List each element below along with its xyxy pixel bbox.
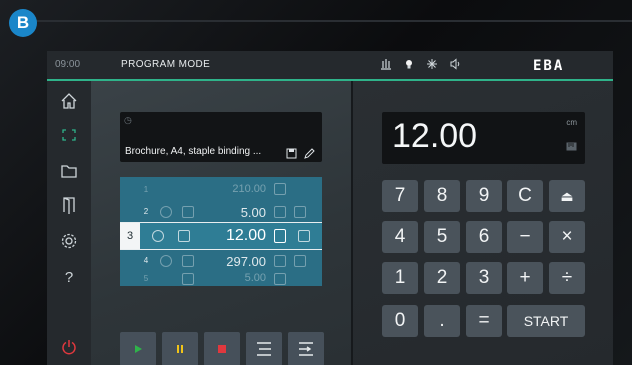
touch-screen: 09:00 PROGRAM MODE EBA ? ◷ Brochure, A4,…: [47, 51, 613, 365]
play-button[interactable]: [120, 332, 156, 365]
align-right-icon: [299, 342, 313, 356]
key-minus[interactable]: −: [507, 221, 543, 253]
step-number: 5: [143, 274, 149, 283]
step-number: 4: [143, 256, 149, 265]
key-5[interactable]: 5: [424, 221, 460, 253]
top-bar: 09:00 PROGRAM MODE EBA: [47, 51, 613, 81]
clock-icon: ◷: [124, 115, 132, 125]
value-display: 12.00 cm: [382, 112, 585, 164]
key-equals[interactable]: =: [466, 305, 502, 337]
height-icon[interactable]: [379, 57, 393, 71]
key-1[interactable]: 1: [382, 262, 418, 294]
clamp-icon: [178, 230, 190, 242]
stop-button[interactable]: [204, 332, 240, 365]
key-clear[interactable]: C: [507, 180, 543, 212]
air-icon: [294, 255, 306, 267]
cut-mode-icon: [274, 255, 286, 267]
pause-button[interactable]: [162, 332, 198, 365]
cut-mode-icon: [274, 273, 286, 285]
push-icon: [160, 206, 172, 218]
step-row[interactable]: 5 5.00: [120, 269, 322, 287]
figure-badge: B: [9, 9, 37, 37]
edit-icon[interactable]: [304, 146, 315, 164]
bezel-edge: [25, 20, 632, 22]
align-right-button[interactable]: [288, 332, 324, 365]
cut-mode-icon: [274, 229, 286, 243]
step-value: 297.00: [226, 254, 266, 269]
key-3[interactable]: 3: [466, 262, 502, 294]
program-name: Brochure, A4, staple binding ...: [125, 146, 262, 157]
clamp-icon: [182, 255, 194, 267]
key-multiply[interactable]: ×: [549, 221, 585, 253]
air-icon: [298, 230, 310, 242]
clamp-icon: [182, 273, 194, 285]
save-icon[interactable]: [286, 146, 297, 164]
step-row[interactable]: 1 210.00: [120, 180, 322, 198]
mode-title: PROGRAM MODE: [121, 59, 211, 70]
play-icon: [135, 345, 142, 353]
light-bulb-icon[interactable]: [402, 57, 416, 71]
key-6[interactable]: 6: [466, 221, 502, 253]
step-number: 2: [143, 207, 149, 216]
sound-icon[interactable]: [448, 57, 462, 71]
step-value: 12.00: [225, 227, 266, 244]
program-panel: ◷ Brochure, A4, staple binding ... 1 210…: [91, 81, 351, 365]
step-row[interactable]: 4 297.00: [120, 251, 322, 269]
clamp-icon: [182, 206, 194, 218]
folder-icon[interactable]: [57, 159, 81, 183]
display-value: 12.00: [392, 117, 478, 155]
step-row-active[interactable]: 3 12.00: [120, 222, 322, 250]
sidebar: ?: [47, 81, 91, 365]
key-4[interactable]: 4: [382, 221, 418, 253]
start-button[interactable]: START: [507, 305, 585, 337]
key-divide[interactable]: ÷: [549, 262, 585, 294]
page-icon: [274, 183, 286, 195]
step-row[interactable]: 2 5.00: [120, 202, 322, 220]
unit-label: cm: [566, 118, 577, 127]
push-icon: [160, 255, 172, 267]
align-icon: [257, 342, 271, 356]
cutting-steps-list: 1 210.00 2 5.00 3 12.00 4 297.00 5 5.00: [120, 177, 322, 286]
key-dot[interactable]: .: [424, 305, 460, 337]
power-icon[interactable]: [57, 335, 81, 359]
stop-icon: [218, 345, 226, 353]
door-icon[interactable]: [57, 193, 81, 217]
program-name-box[interactable]: ◷ Brochure, A4, staple binding ...: [120, 112, 322, 162]
key-plus[interactable]: +: [507, 262, 543, 294]
step-value: 5.00: [240, 205, 266, 220]
home-icon[interactable]: [57, 89, 81, 113]
step-number: 1: [143, 185, 149, 194]
cut-mode-icon: [274, 206, 286, 218]
settings-icon[interactable]: [57, 229, 81, 253]
clock-time: 09:00: [55, 59, 81, 70]
focus-icon[interactable]: [57, 123, 81, 147]
key-9[interactable]: 9: [466, 180, 502, 212]
step-value: 5.00: [244, 272, 266, 284]
sparkle-icon[interactable]: [425, 57, 439, 71]
push-icon: [152, 230, 164, 242]
help-icon[interactable]: ?: [57, 265, 81, 289]
align-button[interactable]: [246, 332, 282, 365]
key-2[interactable]: 2: [424, 262, 460, 294]
ruler-icon[interactable]: [566, 138, 577, 156]
key-eject[interactable]: ⏏: [549, 180, 585, 212]
keypad-panel: 12.00 cm 7 8 9 C ⏏ 4 5 6 − × 1 2 3 + ÷ 0…: [353, 81, 613, 365]
pause-icon: [177, 345, 183, 353]
key-0[interactable]: 0: [382, 305, 418, 337]
key-8[interactable]: 8: [424, 180, 460, 212]
brand-logo: EBA: [533, 58, 565, 74]
step-number: 3: [120, 223, 140, 249]
key-7[interactable]: 7: [382, 180, 418, 212]
status-icons: [379, 57, 462, 71]
step-value: 210.00: [232, 183, 266, 195]
air-icon: [294, 206, 306, 218]
